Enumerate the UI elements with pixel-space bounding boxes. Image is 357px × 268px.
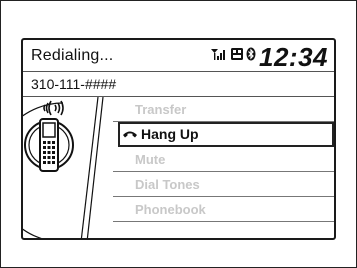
menu-item-dial-tones[interactable]: Dial Tones xyxy=(113,172,334,197)
dialed-number: 310-111-#### xyxy=(31,76,117,92)
display-frame: Redialing... 12:34 310-111-#### Transfer… xyxy=(0,0,357,268)
bluetooth-icon xyxy=(246,47,256,66)
dialed-number-row: 310-111-#### xyxy=(23,72,334,97)
redialing-phone-icon xyxy=(23,96,113,238)
menu-item-transfer[interactable]: Transfer xyxy=(113,97,334,122)
handset-icon xyxy=(122,124,138,145)
clock: 12:34 xyxy=(259,42,328,72)
header-bar: Redialing... 12:34 xyxy=(23,40,334,72)
menu-item-label: Dial Tones xyxy=(135,177,200,192)
signal-battery-icon xyxy=(210,47,228,66)
call-options-menu: Transfer Hang Up Mute Dial Tones Phonebo… xyxy=(113,97,334,222)
menu-item-label: Phonebook xyxy=(135,202,206,217)
menu-item-label: Hang Up xyxy=(141,126,199,142)
menu-item-label: Mute xyxy=(135,152,166,167)
menu-item-mute[interactable]: Mute xyxy=(113,147,334,172)
menu-item-hang-up[interactable]: Hang Up xyxy=(118,122,334,147)
phone-screen: Redialing... 12:34 310-111-#### Transfer… xyxy=(21,38,336,240)
roaming-icon xyxy=(230,47,244,66)
menu-item-phonebook[interactable]: Phonebook xyxy=(113,197,334,222)
status-icons xyxy=(210,47,256,65)
menu-item-label: Transfer xyxy=(135,102,187,117)
screen-title: Redialing... xyxy=(31,47,114,64)
